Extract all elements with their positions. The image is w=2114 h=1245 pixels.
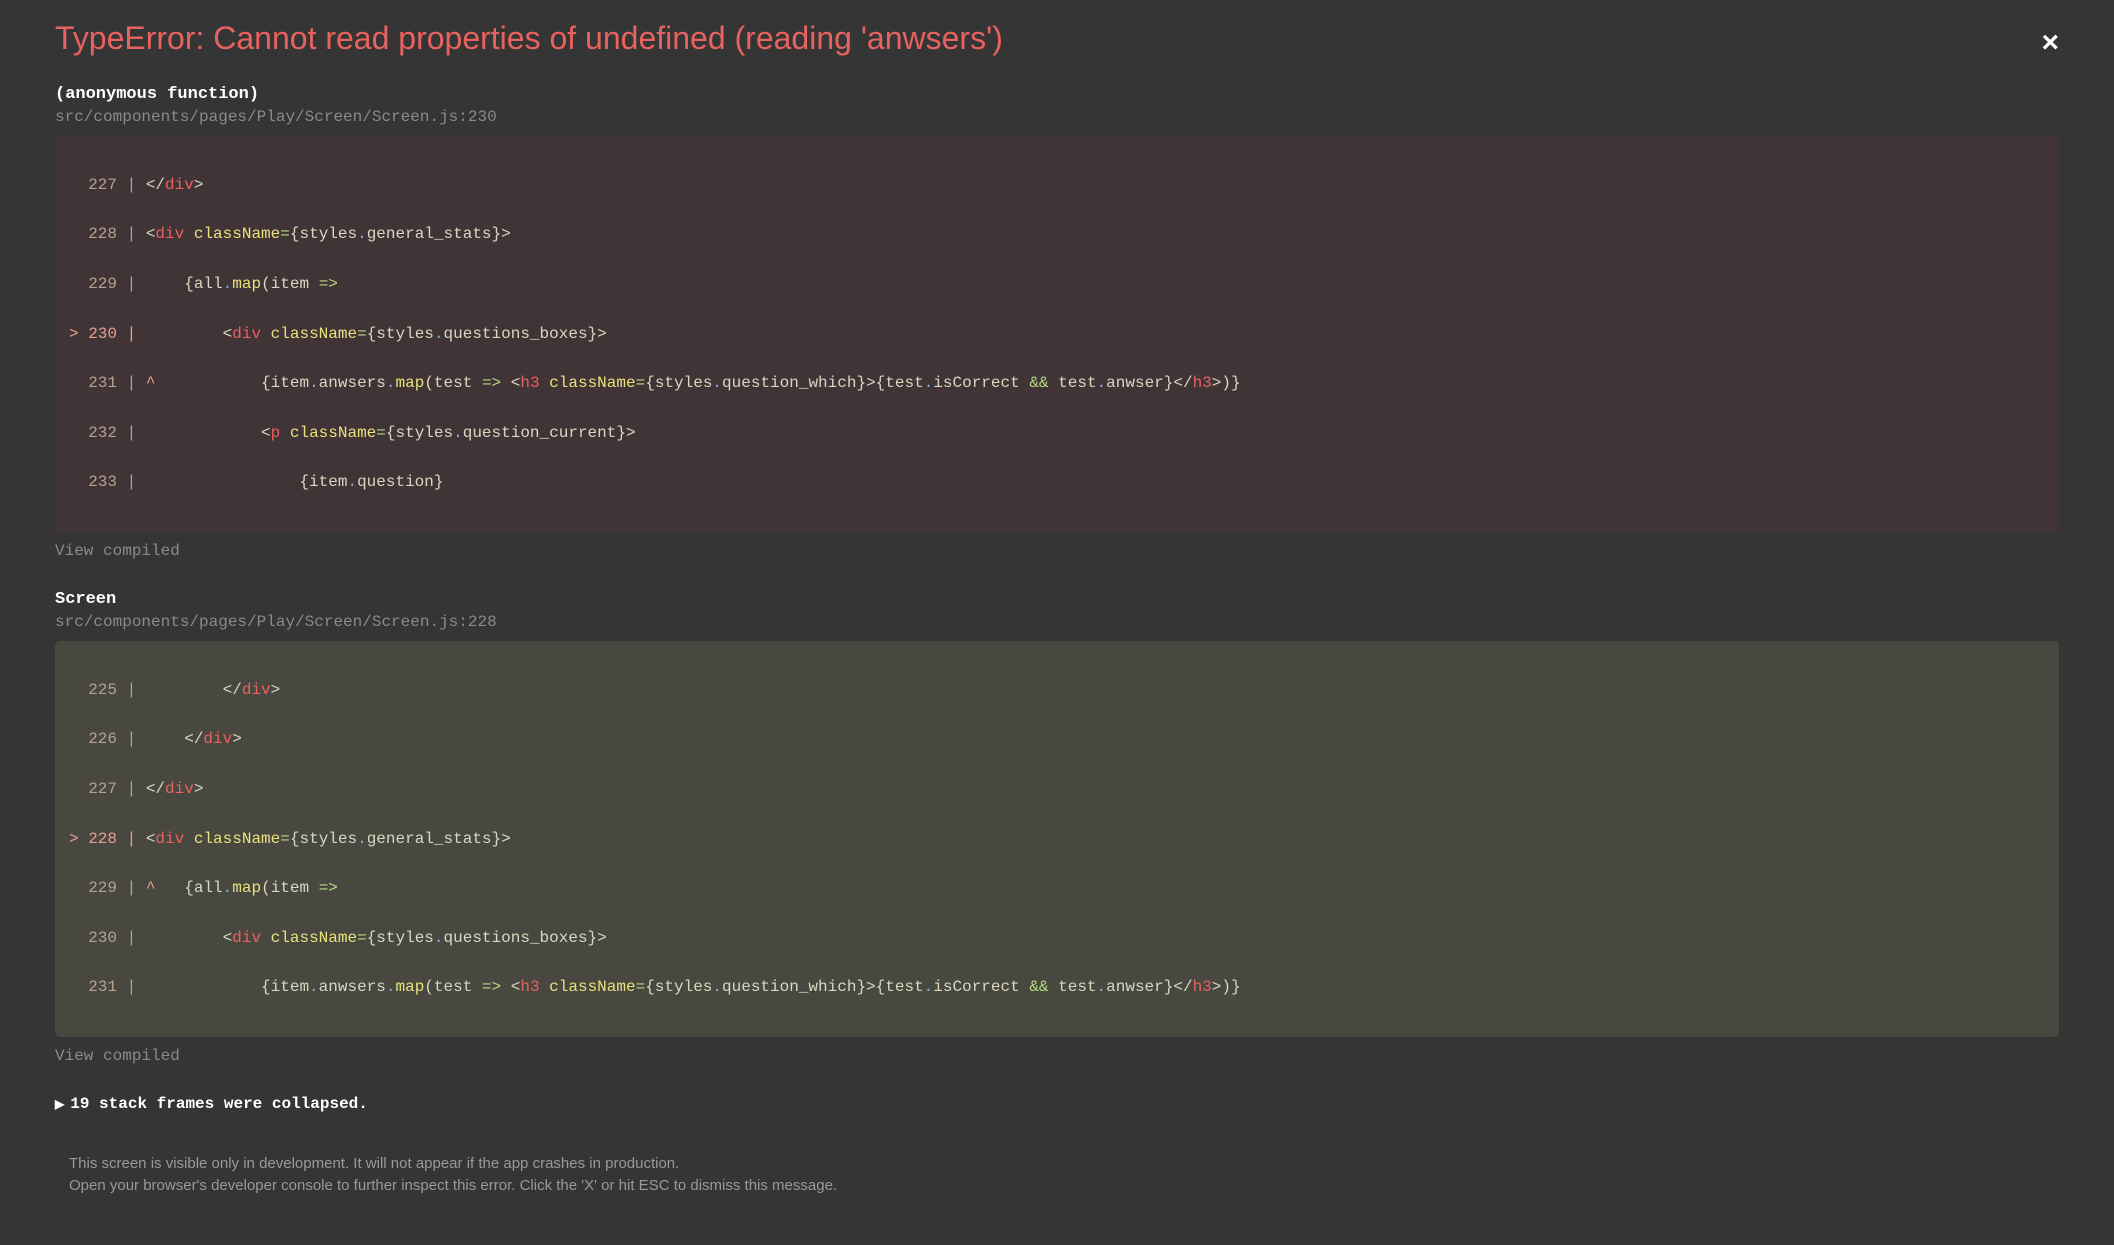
- frame-location[interactable]: src/components/pages/Play/Screen/Screen.…: [55, 108, 2059, 126]
- stack-frame: (anonymous function) src/components/page…: [55, 85, 2059, 560]
- frame-function-name: Screen: [55, 590, 2059, 609]
- frame-location[interactable]: src/components/pages/Play/Screen/Screen.…: [55, 613, 2059, 631]
- error-overlay: × TypeError: Cannot read properties of u…: [0, 20, 2114, 1198]
- footer-line: This screen is visible only in developme…: [69, 1153, 2045, 1176]
- close-button[interactable]: ×: [2041, 26, 2059, 60]
- code-block: 227 | </</div>div> 228 | <div className=…: [55, 136, 2059, 532]
- code-block: 225 | </div> 226 | </div> 227 | </div> >…: [55, 641, 2059, 1037]
- collapsed-frames-text: 19 stack frames were collapsed.: [70, 1095, 368, 1113]
- error-title: TypeError: Cannot read properties of und…: [55, 20, 2059, 57]
- frame-function-name: (anonymous function): [55, 85, 2059, 104]
- footer-notice: This screen is visible only in developme…: [55, 1153, 2059, 1198]
- footer-line: Open your browser's developer console to…: [69, 1175, 2045, 1198]
- collapsed-frames-toggle[interactable]: ▶ 19 stack frames were collapsed.: [55, 1095, 2059, 1113]
- view-compiled-link[interactable]: View compiled: [55, 542, 2059, 560]
- stack-frame: Screen src/components/pages/Play/Screen/…: [55, 590, 2059, 1065]
- view-compiled-link[interactable]: View compiled: [55, 1047, 2059, 1065]
- expand-arrow-icon: ▶: [55, 1097, 64, 1112]
